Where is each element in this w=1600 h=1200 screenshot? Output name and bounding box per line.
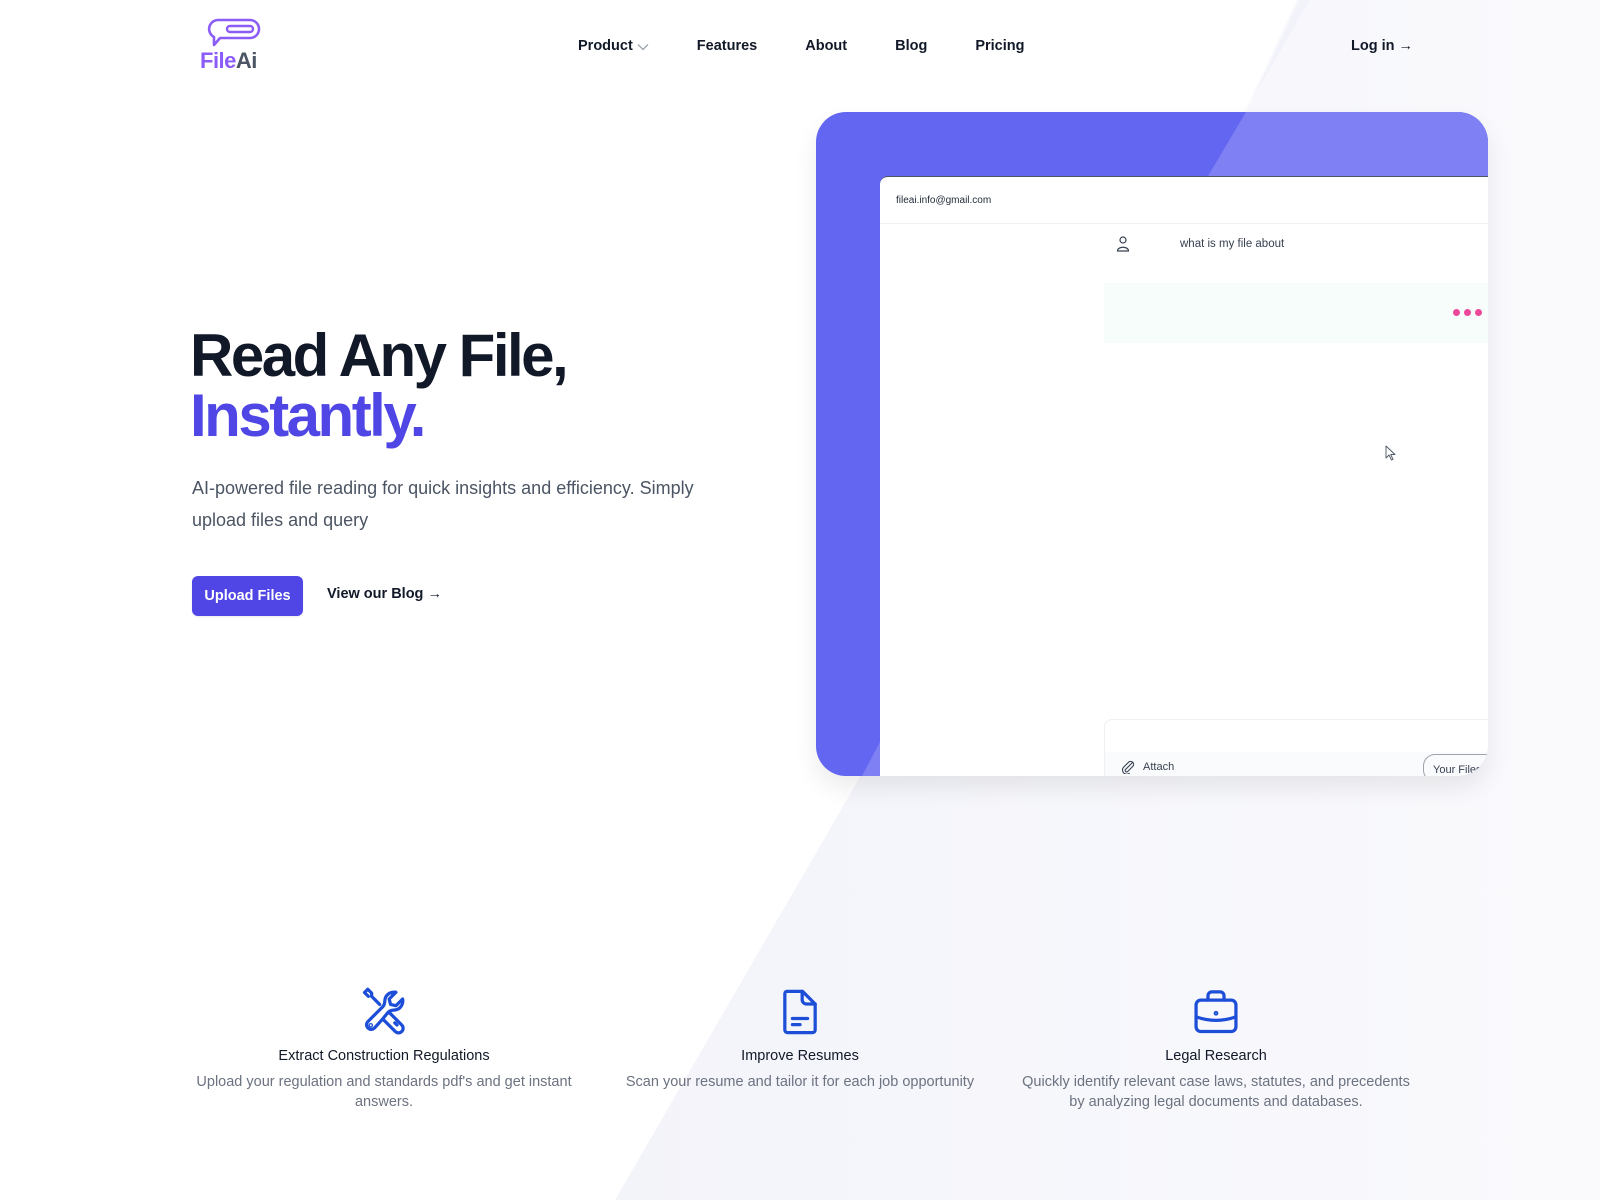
chat-bubble-logo-icon [207, 18, 261, 47]
chat-app-header: fileai.info@gmail.com [880, 177, 1488, 224]
feature-title: Extract Construction Regulations [278, 1048, 490, 1064]
hero-title: Read Any File, Instantly. [190, 322, 569, 449]
typing-dot [1475, 309, 1482, 316]
upload-files-button[interactable]: Upload Files [192, 576, 303, 616]
message-composer: Attach Your Files [1104, 719, 1488, 776]
login-link[interactable]: Log in → [1351, 38, 1413, 54]
nav-features[interactable]: Features [697, 38, 757, 54]
paperclip-icon [1121, 760, 1135, 774]
nav-product-label: Product [578, 38, 633, 54]
attach-label: Attach [1143, 761, 1175, 773]
your-files-button[interactable]: Your Files [1423, 754, 1488, 776]
nav-about[interactable]: About [805, 38, 847, 54]
view-blog-link[interactable]: View our Blog → [327, 586, 442, 602]
user-message-row: what is my file about [1116, 236, 1284, 252]
main-nav: Product Features About Blog Pricing [578, 38, 1024, 54]
nav-blog[interactable]: Blog [895, 38, 927, 54]
attach-button[interactable]: Attach [1121, 760, 1174, 774]
chat-app-window: fileai.info@gmail.com what is my file ab… [880, 176, 1488, 776]
typing-indicator [1453, 309, 1482, 316]
mouse-cursor-icon [1385, 445, 1396, 461]
nav-product[interactable]: Product [578, 38, 649, 54]
feature-card: Legal Research Quickly identify relevant… [1016, 986, 1416, 1112]
feature-description: Scan your resume and tailor it for each … [625, 1074, 975, 1090]
hero-title-line2: Instantly. [190, 382, 426, 449]
chevron-down-icon [637, 44, 649, 51]
typing-dot [1464, 309, 1471, 316]
feature-card: Extract Construction Regulations Upload … [184, 986, 584, 1112]
nav-pricing[interactable]: Pricing [975, 38, 1024, 54]
app-preview-mockup: fileai.info@gmail.com what is my file ab… [816, 112, 1488, 776]
hero-subtitle: AI-powered file reading for quick insigh… [192, 478, 694, 530]
wrench-screwdriver-icon [362, 987, 405, 1035]
logo[interactable]: FileAi [200, 18, 266, 74]
assistant-reply-loading [1104, 283, 1488, 343]
feature-description: Quickly identify relevant case laws, sta… [1022, 1074, 1410, 1110]
feature-title: Improve Resumes [741, 1048, 859, 1064]
hero-title-line1: Read Any File, [190, 322, 569, 389]
logo-file-text: File [200, 48, 236, 73]
briefcase-icon [1194, 990, 1238, 1034]
feature-description: Upload your regulation and standards pdf… [196, 1074, 572, 1110]
logo-ai-text: Ai [235, 48, 258, 73]
logo-wordmark: FileAi [200, 48, 257, 74]
user-message-text: what is my file about [1180, 238, 1285, 250]
typing-dot [1453, 309, 1460, 316]
feature-title: Legal Research [1165, 1048, 1267, 1064]
site-header: FileAi Product Features About Blog Prici… [0, 0, 1600, 96]
user-icon [1116, 236, 1130, 252]
feature-card: Improve Resumes Scan your resume and tai… [600, 986, 1000, 1092]
document-icon [783, 989, 817, 1035]
account-email: fileai.info@gmail.com [896, 194, 992, 206]
